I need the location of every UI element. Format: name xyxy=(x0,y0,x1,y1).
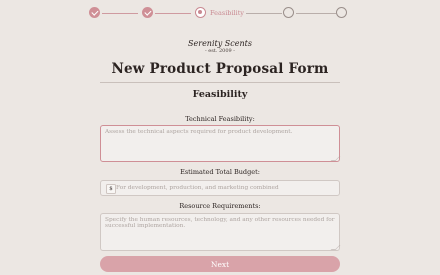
brand-established: - est. 2009 - xyxy=(205,48,235,54)
budget-field: $ xyxy=(100,180,340,196)
section-title: Feasibility xyxy=(192,89,248,100)
step-connector xyxy=(296,13,336,14)
technical-feasibility-label: Technical Feasibility: xyxy=(185,115,255,123)
step-connector xyxy=(102,13,138,14)
divider xyxy=(100,82,340,83)
step-5-icon[interactable] xyxy=(336,7,347,18)
resource-requirements-input[interactable] xyxy=(100,213,340,251)
progress-stepper: Feasibility xyxy=(0,6,440,22)
step-1-complete-icon[interactable] xyxy=(89,7,100,18)
budget-input[interactable] xyxy=(116,183,334,193)
resource-requirements-label: Resource Requirements: xyxy=(179,202,261,210)
technical-feasibility-input[interactable] xyxy=(100,125,340,162)
step-connector xyxy=(246,13,282,14)
budget-label: Estimated Total Budget: xyxy=(180,168,260,176)
dollar-icon: $ xyxy=(106,184,116,194)
step-2-complete-icon[interactable] xyxy=(142,7,153,18)
step-3-current-icon[interactable] xyxy=(195,7,206,18)
page-title: New Product Proposal Form xyxy=(111,61,329,77)
step-4-icon[interactable] xyxy=(283,7,294,18)
next-button[interactable]: Next xyxy=(100,256,340,272)
brand-name: Serenity Scents xyxy=(188,39,252,48)
step-connector xyxy=(155,13,191,14)
current-step-label: Feasibility xyxy=(210,9,244,17)
